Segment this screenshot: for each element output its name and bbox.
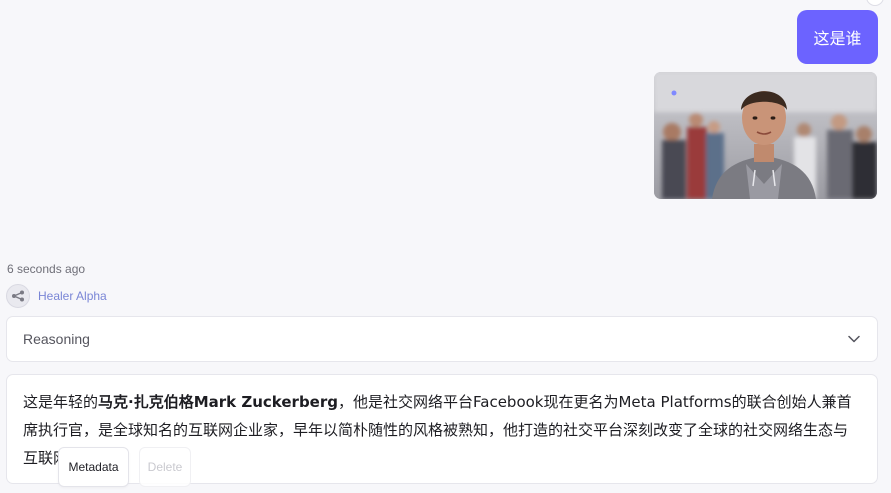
user-message-bubble: 这是谁 xyxy=(797,10,878,64)
metadata-button[interactable]: Metadata xyxy=(58,447,129,487)
answer-name-bold: 马克·扎克伯格Mark Zuckerberg xyxy=(98,393,338,411)
message-timestamp: 6 seconds ago xyxy=(7,262,86,276)
scroll-indicator xyxy=(866,0,884,6)
user-message-text: 这是谁 xyxy=(813,29,862,48)
photo-illustration xyxy=(654,72,877,199)
reasoning-toggle[interactable]: Reasoning xyxy=(6,316,878,362)
user-photo[interactable] xyxy=(654,72,877,199)
reasoning-label: Reasoning xyxy=(23,331,90,347)
model-name[interactable]: Healer Alpha xyxy=(38,289,107,303)
share-icon xyxy=(12,290,24,302)
model-avatar xyxy=(6,284,30,308)
assistant-answer: 这是年轻的马克·扎克伯格Mark Zuckerberg，他是社交网络平台Face… xyxy=(6,374,878,484)
chevron-down-icon[interactable] xyxy=(847,332,861,346)
answer-prefix: 这是年轻的 xyxy=(23,393,99,411)
model-info: Healer Alpha xyxy=(6,284,107,308)
delete-button[interactable]: Delete xyxy=(139,447,191,487)
